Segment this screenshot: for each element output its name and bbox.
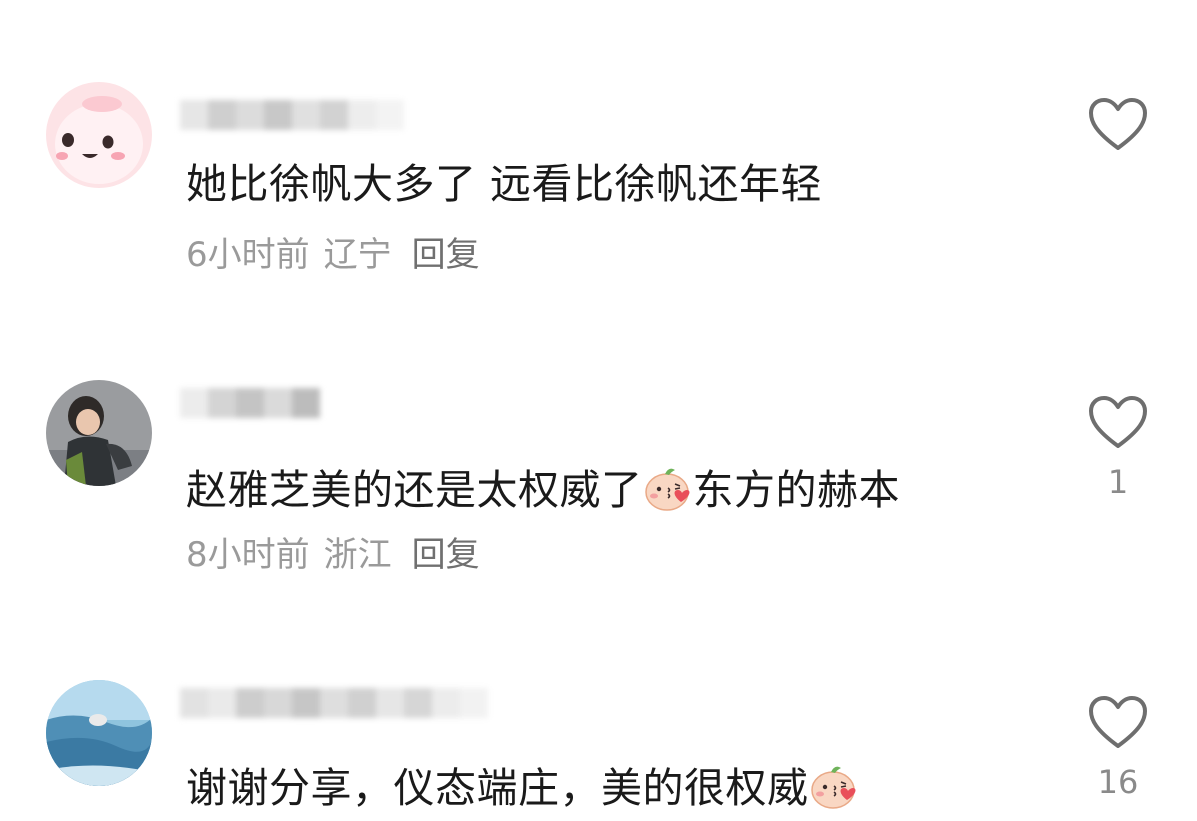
like-count: 16: [1097, 763, 1139, 801]
username-blurred[interactable]: [180, 382, 320, 426]
username-blurred[interactable]: [180, 682, 488, 726]
comment-text-part: 谢谢分享，仪态端庄，美的很权威: [186, 764, 809, 812]
avatar[interactable]: [46, 82, 152, 188]
avatar[interactable]: [46, 380, 152, 486]
comment-item: 谢谢分享，仪态端庄，美的很权威 16: [0, 600, 1197, 821]
reply-button[interactable]: 回复: [412, 235, 480, 275]
comment-text: 谢谢分享，仪态端庄，美的很权威: [186, 760, 859, 810]
comment-text: 她比徐帆大多了 远看比徐帆还年轻: [186, 164, 822, 205]
like-count: 1: [1107, 463, 1129, 501]
comment-meta: 8小时前 浙江 回复: [186, 538, 494, 572]
comment-text-part: 东方的赫本: [692, 466, 900, 514]
heart-icon: [1089, 396, 1147, 448]
username-blurred[interactable]: [180, 94, 404, 138]
reply-button[interactable]: 回复: [412, 535, 480, 575]
comment-time: 6小时前: [186, 235, 310, 275]
comment-time: 8小时前: [186, 535, 310, 575]
like-button[interactable]: [1085, 98, 1151, 168]
comment-location: 辽宁: [323, 235, 392, 275]
comment-list: 她比徐帆大多了 远看比徐帆还年轻 6小时前 辽宁 回复 赵雅芝美的还是太权威了 …: [0, 0, 1197, 821]
kiss-emoji-icon: [809, 760, 859, 810]
heart-icon: [1089, 696, 1147, 748]
comment-text: 赵雅芝美的还是太权威了 东方的赫本: [186, 462, 900, 512]
child-photo-avatar-icon: [46, 380, 152, 486]
like-button[interactable]: 1: [1085, 396, 1151, 498]
comment-text-part: 赵雅芝美的还是太权威了: [186, 466, 643, 514]
landscape-avatar-icon: [46, 680, 152, 786]
kiss-emoji-icon: [643, 462, 693, 512]
comment-location: 浙江: [323, 535, 392, 575]
comment-text-part: 她比徐帆大多了 远看比徐帆还年轻: [186, 160, 823, 208]
comment-meta: 6小时前 辽宁 回复: [186, 238, 494, 272]
like-button[interactable]: 16: [1085, 696, 1151, 798]
avatar[interactable]: [46, 680, 152, 786]
heart-icon: [1089, 98, 1147, 150]
pink-cartoon-avatar-icon: [46, 82, 152, 188]
comment-item: 赵雅芝美的还是太权威了 东方的赫本 8小时前 浙江 回复 1: [0, 300, 1197, 572]
comment-item: 她比徐帆大多了 远看比徐帆还年轻 6小时前 辽宁 回复: [0, 0, 1197, 272]
